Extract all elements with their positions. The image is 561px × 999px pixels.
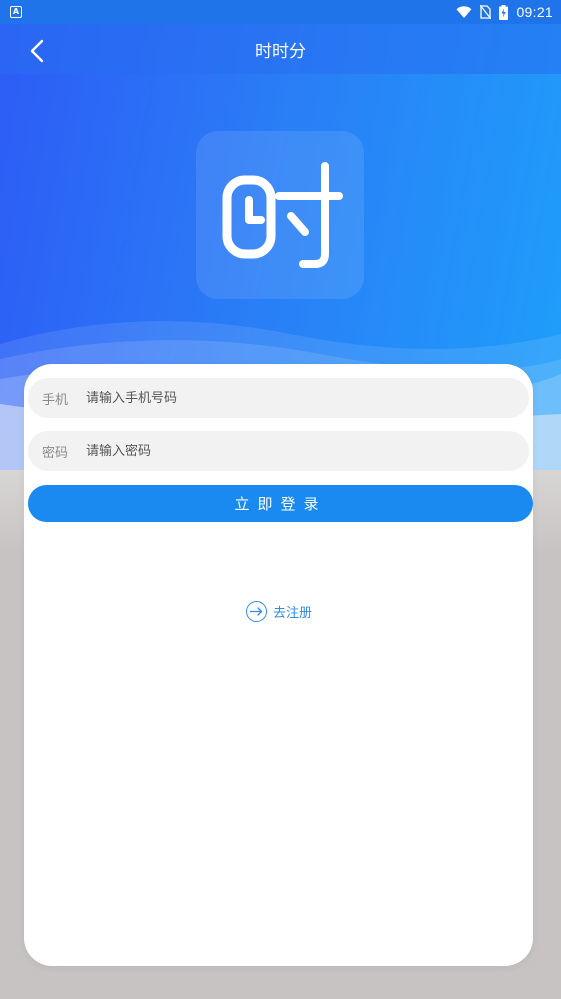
password-label: 密码 [42, 445, 69, 461]
password-input[interactable] [86, 443, 529, 459]
page-title: 时时分 [255, 41, 306, 61]
password-field: 密码 [28, 431, 529, 471]
battery-charging-icon [499, 4, 509, 20]
status-time: 09:21 [516, 4, 553, 20]
chevron-left-icon [30, 39, 44, 63]
phone-input[interactable] [86, 390, 529, 406]
register-label: 去注册 [273, 606, 313, 621]
back-button[interactable] [22, 36, 52, 66]
phone-label: 手机 [42, 392, 69, 408]
phone-field: 手机 [28, 378, 529, 418]
wifi-icon [456, 5, 472, 18]
nav-bar: 时时分 [0, 24, 561, 74]
arrow-right-circle-icon [246, 601, 267, 622]
status-bar: A 09:21 [0, 0, 561, 24]
clock-glyph-logo-icon [222, 162, 343, 268]
no-sim-icon [480, 5, 492, 19]
login-button[interactable]: 立即登录 [28, 485, 533, 522]
app-notification-icon: A [10, 6, 22, 18]
register-link[interactable]: 去注册 [246, 601, 312, 622]
login-card: 手机 密码 立即登录 去注册 [24, 364, 533, 966]
